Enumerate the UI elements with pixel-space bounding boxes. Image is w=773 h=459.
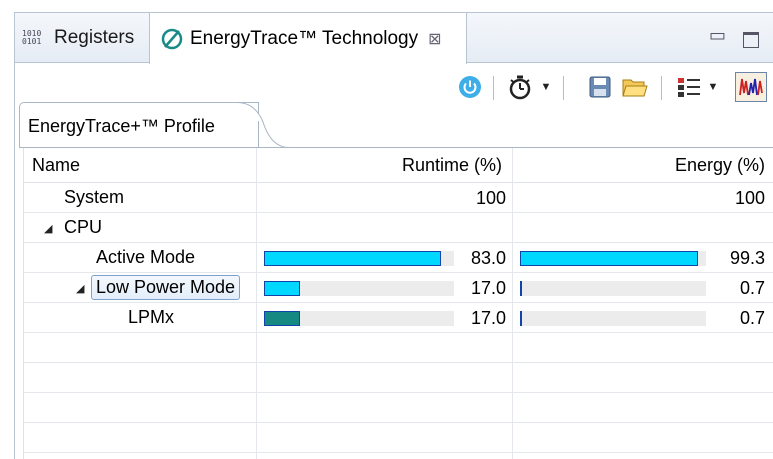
column-header-runtime[interactable]: Runtime (%) — [256, 148, 512, 183]
tab-energytrace[interactable]: EnergyTrace™ Technology ⊠ — [149, 13, 467, 64]
row-name: CPU — [64, 217, 103, 237]
name-cell: System — [24, 183, 256, 213]
open-folder-button[interactable] — [619, 72, 651, 102]
energy-value: 100 — [734, 187, 765, 208]
column-header-name[interactable]: Name — [24, 148, 256, 183]
tab-label: EnergyTrace™ Technology — [190, 27, 419, 49]
empty-row — [24, 333, 773, 363]
timer-dropdown-icon[interactable]: ▼ — [539, 72, 553, 102]
view-options-button[interactable] — [675, 72, 703, 102]
name-cell: Active Mode — [24, 243, 256, 273]
close-tab-icon[interactable]: ⊠ — [428, 29, 441, 49]
empty-row — [24, 423, 773, 453]
row-name: LPMx — [128, 307, 175, 327]
energytrace-view: 1010 0101 Registers EnergyTrace™ Technolo… — [14, 12, 773, 459]
energy-value: 0.7 — [739, 307, 765, 328]
empty-row — [24, 393, 773, 423]
registers-binary-icon: 1010 0101 — [22, 29, 42, 46]
tab-label: Registers — [54, 27, 135, 48]
column-header-energy[interactable]: Energy (%) — [512, 148, 773, 183]
tab-energytrace-profile[interactable]: EnergyTrace+™ Profile — [19, 102, 259, 148]
expand-toggle-icon[interactable]: ◢ — [76, 282, 84, 295]
runtime-value: 17.0 — [470, 307, 506, 328]
graph-toggle-button[interactable] — [735, 72, 767, 102]
runtime-value: 100 — [475, 187, 506, 208]
table-row[interactable]: ◢ CPU — [24, 213, 773, 243]
open-folder-icon — [622, 79, 648, 97]
name-cell: LPMx — [24, 303, 256, 333]
view-options-dropdown-icon[interactable]: ▼ — [706, 72, 720, 102]
list-options-icon — [678, 78, 700, 97]
empty-row — [24, 363, 773, 393]
row-name: Active Mode — [96, 247, 196, 267]
power-icon — [459, 76, 481, 98]
timer-button[interactable] — [505, 72, 535, 102]
name-cell: ◢ CPU — [24, 213, 256, 243]
save-icon — [589, 76, 611, 98]
energy-value: 99.3 — [729, 247, 765, 268]
row-name: System — [64, 187, 125, 207]
profile-tab-label: EnergyTrace+™ Profile — [28, 116, 215, 136]
waveform-icon — [739, 78, 763, 96]
table-row[interactable]: LPMx 17.0 0.7 — [24, 303, 773, 333]
minimize-icon[interactable]: ▭ — [709, 25, 726, 46]
tab-strip: 1010 0101 Registers EnergyTrace™ Technolo… — [15, 13, 773, 64]
runtime-value: 83.0 — [470, 247, 506, 268]
profile-tab-edge — [237, 102, 290, 148]
expand-toggle-icon[interactable]: ◢ — [44, 222, 52, 235]
maximize-icon[interactable] — [743, 32, 759, 48]
row-name: Low Power Mode — [91, 275, 241, 300]
power-button[interactable] — [455, 72, 485, 102]
profile-table: Name Runtime (%) Energy (%) System 100 100 ◢ CP… — [23, 148, 773, 459]
table-row[interactable]: ◢ Low Power Mode 17.0 0.7 — [24, 273, 773, 303]
table-row[interactable]: Active Mode 83.0 99.3 — [24, 243, 773, 273]
tab-registers[interactable]: 1010 0101 Registers — [15, 13, 149, 63]
energy-value: 0.7 — [739, 277, 765, 298]
energytrace-icon — [161, 28, 183, 49]
name-cell: ◢ Low Power Mode — [24, 273, 256, 303]
save-button[interactable] — [585, 72, 615, 102]
stopwatch-icon — [509, 75, 531, 100]
runtime-value: 17.0 — [470, 277, 506, 298]
table-row[interactable]: System 100 100 — [24, 183, 773, 213]
